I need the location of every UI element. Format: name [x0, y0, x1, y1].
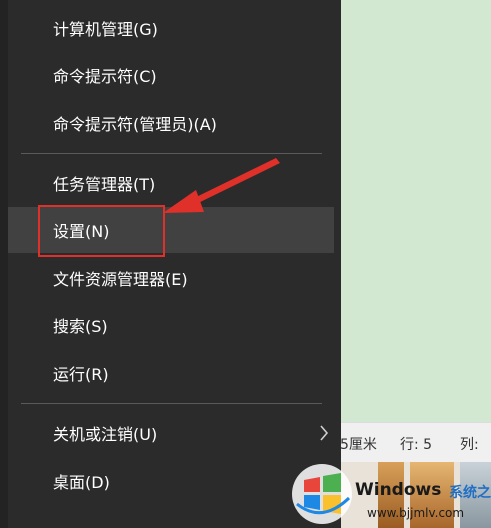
menu-item-desktop[interactable]: 桌面(D) — [8, 458, 334, 504]
menu-item-label: 命令提示符(管理员)(A) — [53, 115, 217, 134]
menu-item-command-prompt[interactable]: 命令提示符(C) — [8, 52, 334, 98]
watermark-subtitle: 系统之家 — [449, 485, 491, 501]
windows-logo-icon — [292, 464, 352, 524]
menu-item-task-manager[interactable]: 任务管理器(T) — [8, 160, 334, 206]
chevron-right-icon — [320, 425, 329, 441]
watermark: Windows 系统之家 www.bjjmlv.com — [287, 458, 491, 528]
menu-item-label: 桌面(D) — [53, 473, 110, 492]
menu-item-command-prompt-admin[interactable]: 命令提示符(管理员)(A) — [8, 100, 334, 146]
menu-item-label: 任务管理器(T) — [53, 175, 156, 194]
menu-item-label: 命令提示符(C) — [53, 67, 157, 86]
menu-item-search[interactable]: 搜索(S) — [8, 302, 334, 348]
menu-item-label: 关机或注销(U) — [53, 425, 158, 444]
watermark-url: www.bjjmlv.com — [367, 506, 465, 520]
status-col: 列: — [460, 437, 479, 453]
menu-separator — [21, 403, 322, 404]
menu-edge — [0, 0, 8, 528]
status-size: 5厘米 — [340, 437, 377, 453]
status-line: 行: 5 — [400, 437, 433, 453]
menu-item-label: 运行(R) — [53, 365, 109, 384]
annotation-highlight-box — [38, 205, 165, 257]
menu-item-run[interactable]: 运行(R) — [8, 350, 334, 396]
menu-item-shutdown-signout[interactable]: 关机或注销(U) — [8, 410, 334, 456]
menu-item-file-explorer[interactable]: 文件资源管理器(E) — [8, 255, 334, 301]
menu-item-label: 文件资源管理器(E) — [53, 270, 188, 289]
menu-item-label: 计算机管理(G) — [53, 20, 158, 39]
menu-separator — [21, 153, 322, 154]
context-menu: 计算机管理(G) 命令提示符(C) 命令提示符(管理员)(A) 任务管理器(T)… — [0, 0, 341, 528]
watermark-brand: Windows — [355, 480, 442, 500]
status-bar: 5厘米 行: 5 列: — [330, 422, 491, 462]
menu-item-computer-management[interactable]: 计算机管理(G) — [8, 5, 334, 51]
menu-item-label: 搜索(S) — [53, 317, 108, 336]
